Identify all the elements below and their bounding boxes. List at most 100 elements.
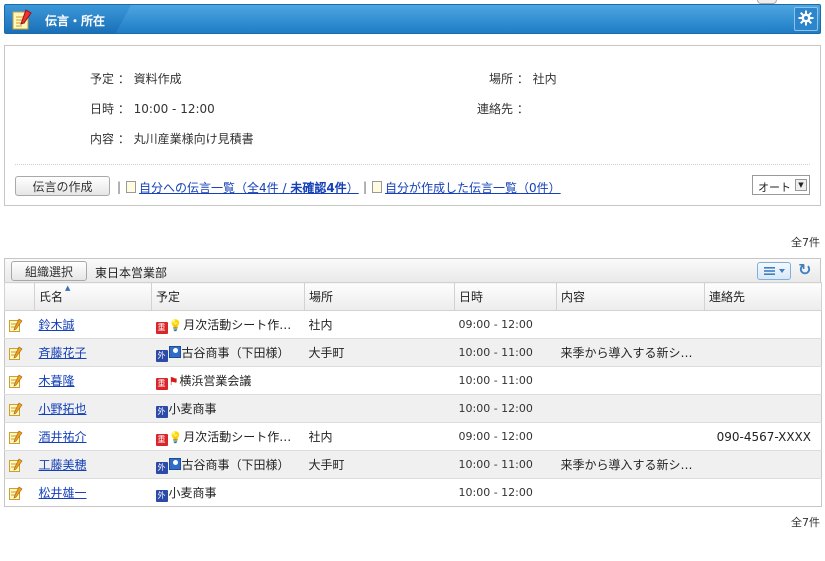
separator: | xyxy=(117,180,122,194)
edit-memo-icon[interactable] xyxy=(9,374,23,388)
refresh-icon[interactable]: ↻ xyxy=(798,260,811,279)
schedule-cell: 重 💡月次活動シート作… xyxy=(151,310,305,339)
org-select-button[interactable]: 組織選択 xyxy=(11,261,87,281)
content-label: 内容 ： xyxy=(90,132,130,146)
column-header-name[interactable]: ▲ 氏名 xyxy=(34,282,152,311)
schedule-text: 古谷商事（下田様） xyxy=(181,457,290,472)
schedule-text: 月次活動シート作… xyxy=(183,429,292,444)
place-label: 場所 ： xyxy=(489,72,529,86)
edit-memo-icon[interactable] xyxy=(9,402,23,416)
schedule-cell: 重 ⚑横浜営業会議 xyxy=(151,366,305,395)
time-cell: 10:00 - 12:00 xyxy=(454,394,557,423)
column-header-schedule[interactable]: 予定 xyxy=(151,282,305,311)
name-link[interactable]: 酒井祐介 xyxy=(39,430,87,444)
org-name: 東日本営業部 xyxy=(95,266,168,280)
table-row: 工藤美穂外古谷商事（下田様） 大手町 10:00 - 11:00 来季から導入する新シ… xyxy=(4,450,822,479)
settings-button[interactable] xyxy=(794,7,818,31)
mode-select[interactable]: オート ▼ xyxy=(752,175,810,195)
name-link[interactable]: 鈴木誠 xyxy=(39,318,75,332)
contact-cell xyxy=(704,478,822,507)
row-edit-cell[interactable] xyxy=(4,478,35,507)
row-edit-cell[interactable] xyxy=(4,338,35,367)
edit-memo-icon[interactable] xyxy=(9,430,23,444)
portlet-header: 伝言・所在 xyxy=(4,4,821,34)
category-badge: 外 xyxy=(155,489,168,502)
name-cell[interactable]: 酒井祐介 xyxy=(34,422,152,451)
document-icon xyxy=(126,181,136,193)
name-link[interactable]: 松井雄一 xyxy=(39,486,87,500)
schedule-cell: 外小麦商事 xyxy=(151,394,305,423)
document-icon xyxy=(372,181,382,193)
sort-asc-icon: ▲ xyxy=(65,284,71,292)
name-cell[interactable]: 工藤美穂 xyxy=(34,450,152,479)
bulb-icon: 💡 xyxy=(168,430,183,444)
edit-memo-icon[interactable] xyxy=(9,318,23,332)
messages-to-me-link[interactable]: 自分への伝言一覧（全4件 / 未確認4件） xyxy=(126,179,359,196)
view-menu-button[interactable] xyxy=(757,262,791,280)
category-badge: 外 xyxy=(155,405,168,418)
column-header-content[interactable]: 内容 xyxy=(556,282,705,311)
link-unconfirmed: 未確認4件 xyxy=(290,181,347,195)
contact-cell: 090-4567-XXXX xyxy=(704,422,822,451)
contact-cell xyxy=(704,338,822,367)
content-cell xyxy=(556,310,705,339)
schedule-label: 予定 ： xyxy=(90,72,130,86)
name-cell[interactable]: 木暮隆 xyxy=(34,366,152,395)
contact-cell xyxy=(704,366,822,395)
status-detail-panel: 予定 ： 資料作成 場所 ： 社内 日時 ： 10:00 - 12:00 連絡先… xyxy=(4,45,821,206)
edit-memo-icon[interactable] xyxy=(9,458,23,472)
schedule-text: 横浜営業会議 xyxy=(179,373,252,388)
create-message-button[interactable]: 伝言の作成 xyxy=(15,176,110,196)
time-cell: 09:00 - 12:00 xyxy=(454,310,557,339)
category-badge: 外 xyxy=(155,461,168,474)
edit-memo-icon[interactable] xyxy=(9,346,23,360)
divider xyxy=(15,164,810,165)
content-value: 丸川産業様向け見積書 xyxy=(133,132,254,146)
messages-by-me-link[interactable]: 自分が作成した伝言一覧（0件） xyxy=(372,179,561,196)
name-cell[interactable]: 松井雄一 xyxy=(34,478,152,507)
table-row: 松井雄一 外小麦商事 10:00 - 12:00 xyxy=(4,478,822,507)
contact-cell xyxy=(704,310,822,339)
link-prefix: 自分への伝言一覧（ xyxy=(139,181,248,195)
edit-memo-icon[interactable] xyxy=(9,486,23,500)
table-row: 酒井祐介重 💡月次活動シート作… 社内 09:00 - 12:00 090-4567-X… xyxy=(4,422,822,451)
link-label: 自分が作成した伝言一覧（0件） xyxy=(385,181,561,195)
category-badge: 重 xyxy=(155,321,168,334)
name-cell[interactable]: 斉藤花子 xyxy=(34,338,152,367)
schedule-text: 小麦商事 xyxy=(168,401,217,416)
link-total: 全4件 xyxy=(247,181,279,195)
content-cell xyxy=(556,366,705,395)
column-header-place[interactable]: 場所 xyxy=(304,282,455,311)
row-edit-cell[interactable] xyxy=(4,422,35,451)
place-cell xyxy=(304,478,455,507)
link-suffix: ） xyxy=(346,181,359,195)
total-count-bottom: 全7件 xyxy=(791,516,820,529)
name-cell[interactable]: 小野拓也 xyxy=(34,394,152,423)
row-edit-cell[interactable] xyxy=(4,450,35,479)
chevron-down-icon: ▼ xyxy=(795,179,807,191)
content-cell: 来季から導入する新シ… xyxy=(556,338,705,367)
column-label: 氏名 xyxy=(39,290,64,304)
schedule-cell: 外古谷商事（下田様） xyxy=(151,338,305,367)
place-cell: 社内 xyxy=(304,310,455,339)
row-edit-cell[interactable] xyxy=(4,394,35,423)
column-header-contact[interactable]: 連絡先 xyxy=(704,282,822,311)
name-link[interactable]: 工藤美穂 xyxy=(39,458,87,472)
row-edit-cell[interactable] xyxy=(4,366,35,395)
flag-icon: ⚑ xyxy=(168,374,179,388)
schedule-cell: 外古谷商事（下田様） xyxy=(151,450,305,479)
name-link[interactable]: 木暮隆 xyxy=(39,374,75,388)
time-cell: 09:00 - 12:00 xyxy=(454,422,557,451)
name-link[interactable]: 斉藤花子 xyxy=(39,346,87,360)
category-badge: 重 xyxy=(155,377,168,390)
name-link[interactable]: 小野拓也 xyxy=(39,402,87,416)
contact-cell xyxy=(704,450,822,479)
column-header-time[interactable]: 日時 xyxy=(454,282,557,311)
time-cell: 10:00 - 11:00 xyxy=(454,338,557,367)
separator: | xyxy=(363,180,368,194)
row-edit-cell[interactable] xyxy=(4,310,35,339)
name-cell[interactable]: 鈴木誠 xyxy=(34,310,152,339)
status-table: ▲ 氏名 予定 場所 日時 内容 連絡先 鈴木誠重 💡月次活動シート作… 社内 09:0… xyxy=(4,282,822,507)
content-cell: 来季から導入する新シ… xyxy=(556,450,705,479)
table-row: 斉藤花子外古谷商事（下田様） 大手町 10:00 - 11:00 来季から導入する新シ… xyxy=(4,338,822,367)
